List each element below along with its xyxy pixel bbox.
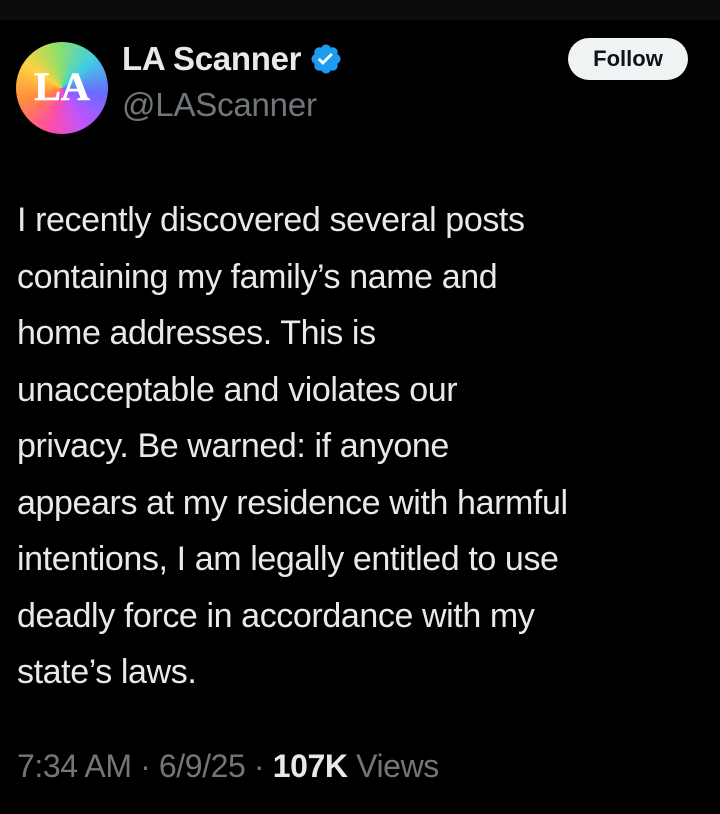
tweet-date[interactable]: 6/9/25 <box>159 748 246 784</box>
tweet-text: I recently discovered several posts cont… <box>17 201 568 691</box>
meta-separator: · <box>131 748 159 784</box>
avatar-logo-text: LA <box>34 64 90 109</box>
views-count[interactable]: 107K <box>273 748 348 784</box>
tweet-header: LA LA Scanner @LAScanner Follow <box>0 30 720 140</box>
avatar[interactable]: LA <box>16 42 108 134</box>
verified-badge-icon <box>309 42 343 76</box>
tweet-meta: 7:34 AM · 6/9/25 · 107K Views <box>17 748 439 785</box>
views-label: Views <box>356 748 439 784</box>
follow-button[interactable]: Follow <box>568 38 688 80</box>
top-bar <box>0 0 720 20</box>
meta-separator: · <box>245 748 273 784</box>
la-logo-icon: LA <box>34 64 90 110</box>
display-name[interactable]: LA Scanner <box>122 40 301 78</box>
name-row: LA Scanner <box>122 38 343 80</box>
tweet-time[interactable]: 7:34 AM <box>17 748 132 784</box>
handle[interactable]: @LAScanner <box>122 86 317 124</box>
